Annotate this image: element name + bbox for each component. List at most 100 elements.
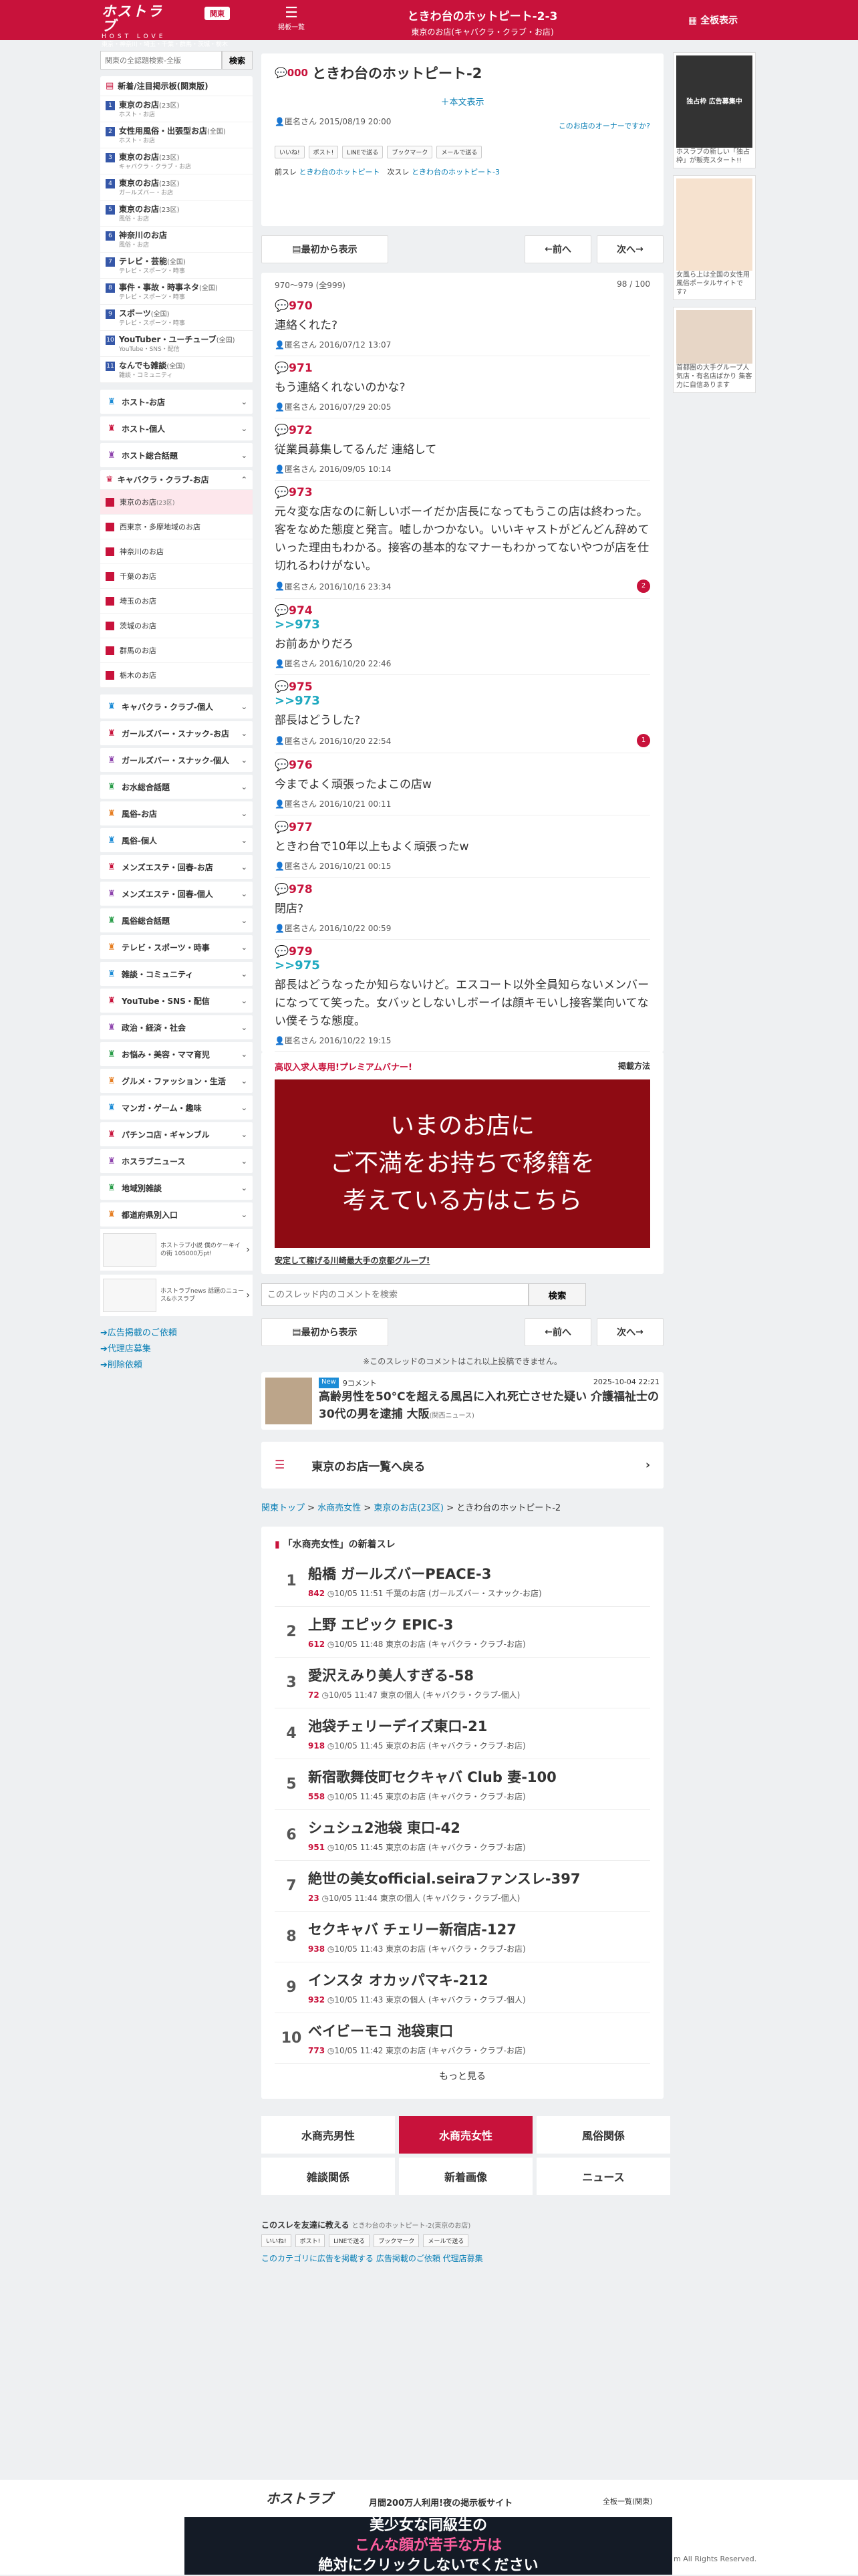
category-tab[interactable]: 新着画像: [399, 2158, 533, 2195]
right-ad-3[interactable]: 首都圏の大手グループ人気店・有名店ばかり 集客力に自信あります: [673, 307, 756, 393]
footer-all-boards[interactable]: 全板一覧(関東): [603, 2496, 653, 2506]
sidebar-category[interactable]: ♜ キャバクラ・クラブ-個人 ⌄: [100, 694, 253, 719]
sidebar-board-item[interactable]: 7 テレビ・芸能(全国) テレビ・スポーツ・時事: [100, 253, 253, 279]
ranking-item[interactable]: 8 セクキャバ チェリー新宿店-127 938 ◷10/05 11:43 東京のお店…: [275, 1912, 650, 1962]
share-button[interactable]: ブックマーク: [387, 146, 433, 158]
share-button[interactable]: ポスト!: [295, 2234, 325, 2247]
more-button[interactable]: もっと見る: [275, 2069, 650, 2083]
category-tab[interactable]: 雑談関係: [261, 2158, 395, 2195]
comment-search-button[interactable]: 検索: [529, 1283, 586, 1306]
right-ad-2[interactable]: 女風ら上は全国の女性用風俗ポータルサイトです?: [673, 175, 756, 300]
post-number[interactable]: 💬970: [275, 299, 650, 313]
news-item[interactable]: New 9コメント 2025-10-04 22:21 高齢男性を50°Cを超える風呂…: [261, 1372, 664, 1430]
post-number[interactable]: 💬978: [275, 883, 650, 896]
sidebar-category[interactable]: ♜ グルメ・ファッション・生活 ⌄: [100, 1069, 253, 1093]
post-number[interactable]: 💬975: [275, 680, 650, 694]
share-button[interactable]: メールで送る: [423, 2234, 469, 2247]
sidebar-board-item[interactable]: 6 神奈川のお店 風俗・お店: [100, 227, 253, 253]
premium-link[interactable]: 安定して稼げる川崎最大手の京都グループ!: [275, 1255, 650, 1266]
footer-ad[interactable]: 美少女な同級生の こんな顔が苦手な方は 絶対にクリックしないでください: [184, 2517, 672, 2575]
sidebar-sub-item[interactable]: 埼玉のお店: [100, 589, 253, 614]
sidebar-board-item[interactable]: 3 東京のお店(23区) キャバクラ・クラブ・お店: [100, 148, 253, 174]
sidebar-category[interactable]: ♜ 風俗総合話題 ⌄: [100, 908, 253, 932]
prev-thread-link[interactable]: ときわ台のホットピート: [299, 168, 380, 176]
breadcrumb-item[interactable]: 東京のお店(23区): [374, 1503, 444, 1513]
sidebar-category[interactable]: ♜ ガールズバー・スナック-お店 ⌄: [100, 721, 253, 745]
ranking-item[interactable]: 2 上野 エピック EPIC-3 612 ◷10/05 11:48 東京のお店 (キ…: [275, 1607, 650, 1658]
sidebar-board-item[interactable]: 10 YouTuber・ユーチューブ(全国) YouTube・SNS・配信: [100, 331, 253, 357]
ranking-item[interactable]: 10 ベイビーモコ 池袋東口 773 ◷10/05 11:42 東京のお店 (キャバ…: [275, 2013, 650, 2064]
breadcrumb-item[interactable]: 関東トップ: [261, 1503, 305, 1513]
from-start-button[interactable]: ▤ 最初から表示: [261, 235, 388, 263]
kyaba-head[interactable]: ♛ キャバクラ・クラブ-お店 ⌃: [100, 470, 253, 490]
post-anchor-link[interactable]: >>973: [275, 694, 650, 708]
sidebar-sub-item[interactable]: 茨城のお店: [100, 614, 253, 638]
from-start-button[interactable]: ▤ 最初から表示: [261, 1318, 388, 1346]
next-button[interactable]: 次へ →: [597, 235, 664, 263]
sidebar-search-input[interactable]: [100, 51, 222, 70]
reply-count-badge[interactable]: 1: [637, 734, 650, 747]
category-tab[interactable]: ニュース: [537, 2158, 670, 2195]
ranking-item[interactable]: 6 シュシュ2池袋 東口-42 951 ◷10/05 11:45 東京のお店 (キャ…: [275, 1810, 650, 1861]
category-tab[interactable]: 風俗関係: [537, 2116, 670, 2154]
sidebar-category[interactable]: ♜ ホスラブニュース ⌄: [100, 1149, 253, 1173]
sidebar-sub-item[interactable]: 神奈川のお店: [100, 539, 253, 564]
ranking-item[interactable]: 9 インスタ オカッパマキ-212 932 ◷10/05 11:43 東京の個人 (…: [275, 1962, 650, 2013]
ranking-item[interactable]: 3 愛沢えみり美人すぎる-58 72 ◷10/05 11:47 東京の個人 (キャバ…: [275, 1658, 650, 1708]
board-list-button[interactable]: ☰ 掲板一覧: [273, 5, 310, 32]
comment-search-input[interactable]: [261, 1283, 529, 1306]
sidebar-category[interactable]: ♜ ホスト-お店 ⌄: [100, 390, 253, 414]
ranking-item[interactable]: 4 池袋チェリーデイズ東口-21 918 ◷10/05 11:45 東京のお店 (キ…: [275, 1708, 650, 1759]
next-button[interactable]: 次へ →: [597, 1318, 664, 1346]
sidebar-category[interactable]: ♜ YouTube・SNS・配信 ⌄: [100, 989, 253, 1013]
post-number[interactable]: 💬974: [275, 604, 650, 618]
novel-banner[interactable]: ホストラブ小説 僕のケーキイの街 105000万pt! ›: [100, 1229, 253, 1271]
sidebar-category[interactable]: ♜ テレビ・スポーツ・時事 ⌄: [100, 935, 253, 959]
share-button[interactable]: LINEで送る: [342, 146, 384, 158]
prev-button[interactable]: ← 前へ: [525, 235, 591, 263]
sidebar-category[interactable]: ♜ 雑談・コミュニティ ⌄: [100, 962, 253, 986]
sidebar-search-button[interactable]: 検索: [222, 51, 253, 70]
region-button[interactable]: 関東: [204, 7, 230, 20]
sidebar-board-item[interactable]: 5 東京のお店(23区) 風俗・お店: [100, 201, 253, 227]
premium-howto-link[interactable]: 掲載方法: [618, 1060, 650, 1073]
post-number[interactable]: 💬976: [275, 759, 650, 772]
share-button[interactable]: いいね!: [261, 2234, 291, 2247]
share-button[interactable]: LINEで送る: [329, 2234, 370, 2247]
page-select[interactable]: 98 / 100: [617, 279, 650, 294]
sidebar-link[interactable]: ➔代理店募集: [100, 1341, 253, 1354]
share-button[interactable]: ブックマーク: [374, 2234, 420, 2247]
sidebar-board-item[interactable]: 2 女性用風俗・出張型お店(全国) ホスト・お店: [100, 122, 253, 148]
breadcrumb-item[interactable]: 水商売女性: [317, 1503, 361, 1513]
share-bottom-links[interactable]: このカテゴリに広告を掲載する 広告掲載のご依頼 代理店募集: [261, 2252, 664, 2264]
sidebar-category[interactable]: ♜ お水総合話題 ⌄: [100, 775, 253, 799]
prev-button[interactable]: ← 前へ: [525, 1318, 591, 1346]
sidebar-sub-item[interactable]: 西東京・多摩地域のお店: [100, 515, 253, 539]
sidebar-sub-item[interactable]: 栃木のお店: [100, 663, 253, 688]
right-ad-1[interactable]: 独占枠 広告募集中 ホスラブの新しい「独占枠」が販売スタート!!: [673, 52, 756, 168]
sidebar-board-item[interactable]: 9 スポーツ(全国) テレビ・スポーツ・時事: [100, 305, 253, 331]
post-number[interactable]: 💬971: [275, 362, 650, 375]
ranking-item[interactable]: 7 絶世の美女official.seiraファンスレ-397 23 ◷10/05 1…: [275, 1861, 650, 1912]
news-banner[interactable]: ホストラブnews 話題のニュース&ホスラブ ›: [100, 1275, 253, 1316]
post-number[interactable]: 💬977: [275, 821, 650, 834]
sidebar-link[interactable]: ➔広告掲載のご依頼: [100, 1325, 253, 1338]
reply-count-badge[interactable]: 2: [637, 579, 650, 593]
ranking-item[interactable]: 1 船橋 ガールズバーPEACE-3 842 ◷10/05 11:51 千葉のお店 …: [275, 1556, 650, 1607]
sidebar-category[interactable]: ♜ 都道府県別入口 ⌄: [100, 1202, 253, 1227]
premium-banner[interactable]: いまのお店に ご不満をお持ちで移籍を 考えている方はこちら: [275, 1079, 650, 1248]
sidebar-category[interactable]: ♜ 地域別雑談 ⌄: [100, 1176, 253, 1200]
sidebar-board-item[interactable]: 4 東京のお店(23区) ガールズバー・お店: [100, 174, 253, 201]
sidebar-category[interactable]: ♜ ホスト-個人 ⌄: [100, 416, 253, 440]
sidebar-category[interactable]: ♜ 風俗-個人 ⌄: [100, 828, 253, 852]
sidebar-category[interactable]: ♜ メンズエステ・回春-お店 ⌄: [100, 855, 253, 879]
sidebar-category[interactable]: ♜ お悩み・美容・ママ育児 ⌄: [100, 1042, 253, 1066]
sidebar-board-item[interactable]: 8 事件・事故・時事ネタ(全国) テレビ・スポーツ・時事: [100, 279, 253, 305]
sidebar-category[interactable]: ♜ 政治・経済・社会 ⌄: [100, 1015, 253, 1039]
sidebar-sub-item[interactable]: 千葉のお店: [100, 564, 253, 589]
post-number[interactable]: 💬979: [275, 945, 650, 958]
post-anchor-link[interactable]: >>973: [275, 618, 650, 632]
sidebar-category[interactable]: ♜ ホスト総合話題 ⌄: [100, 443, 253, 467]
show-body-link[interactable]: ＋本文表示: [275, 95, 650, 108]
sidebar-category[interactable]: ♜ メンズエステ・回春-個人 ⌄: [100, 882, 253, 906]
